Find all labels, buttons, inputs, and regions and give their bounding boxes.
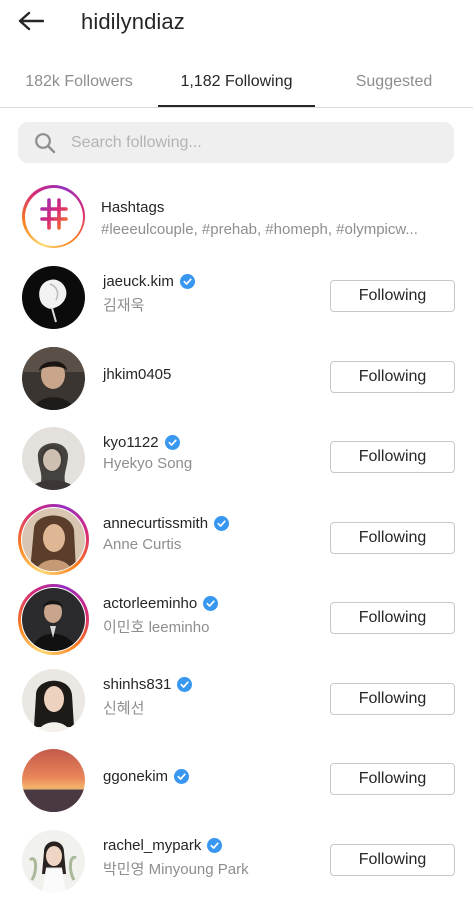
avatar[interactable] <box>22 508 85 571</box>
verified-badge-icon <box>179 274 195 289</box>
following-button[interactable]: Following <box>330 361 455 393</box>
avatar[interactable] <box>22 588 85 651</box>
hashtag-icon <box>39 197 69 236</box>
following-button[interactable]: Following <box>330 602 455 634</box>
full-name: Anne Curtis <box>103 536 182 553</box>
header: hidilyndiaz <box>0 0 473 46</box>
search-bar <box>18 122 454 163</box>
full-name: 이민호 leeminho <box>103 619 210 636</box>
avatar[interactable] <box>22 266 85 329</box>
full-name: 김재욱 <box>103 297 145 314</box>
list-item: annecurtissmith Anne Curtis Following <box>0 503 473 575</box>
avatar[interactable] <box>22 669 85 732</box>
list-item: shinhs831 신혜선 Following <box>0 664 473 736</box>
tab-bar: 182k Followers 1,182 Following Suggested <box>0 56 473 108</box>
following-button[interactable]: Following <box>330 441 455 473</box>
search-input[interactable] <box>71 122 454 163</box>
list-item: jaeuck.kim 김재욱 Following <box>0 261 473 333</box>
avatar[interactable] <box>22 830 85 893</box>
user-info[interactable]: shinhs831 신혜선 <box>103 676 193 718</box>
tab-suggested[interactable]: Suggested <box>315 56 473 108</box>
full-name: 신혜선 <box>103 700 145 717</box>
user-info[interactable]: actorleeminho 이민호 leeminho <box>103 595 219 637</box>
user-info[interactable]: ggonekim <box>103 768 190 785</box>
following-button[interactable]: Following <box>330 844 455 876</box>
hashtags-title: Hashtags <box>101 199 165 216</box>
verified-badge-icon <box>203 596 219 611</box>
following-button[interactable]: Following <box>330 522 455 554</box>
following-button[interactable]: Following <box>330 683 455 715</box>
hashtags-row[interactable]: Hashtags #leeeulcouple, #prehab, #homeph… <box>0 183 473 251</box>
arrow-left-icon <box>18 11 45 36</box>
verified-badge-icon <box>177 677 193 692</box>
search-icon <box>34 132 56 154</box>
user-info[interactable]: kyo1122 Hyekyo Song <box>103 434 192 472</box>
story-ring[interactable] <box>18 584 89 655</box>
verified-badge-icon <box>207 838 223 853</box>
hashtags-list: #leeeulcouple, #prehab, #homeph, #olympi… <box>101 221 418 238</box>
user-info[interactable]: rachel_mypark 박민영 Minyoung Park <box>103 837 249 879</box>
verified-badge-icon <box>214 516 230 531</box>
username: shinhs831 <box>103 676 172 693</box>
following-button[interactable]: Following <box>330 280 455 312</box>
username: actorleeminho <box>103 595 198 612</box>
following-button[interactable]: Following <box>330 763 455 795</box>
list-item: kyo1122 Hyekyo Song Following <box>0 422 473 494</box>
user-info[interactable]: jhkim0405 <box>103 366 171 383</box>
avatar[interactable] <box>22 427 85 490</box>
active-tab-indicator <box>158 105 315 107</box>
avatar[interactable] <box>22 347 85 410</box>
hashtag-avatar <box>22 185 85 248</box>
username: jhkim0405 <box>103 366 172 383</box>
username: jaeuck.kim <box>103 273 174 290</box>
verified-badge-icon <box>164 435 180 450</box>
username: ggonekim <box>103 768 169 785</box>
username: annecurtissmith <box>103 515 209 532</box>
verified-badge-icon <box>174 769 190 784</box>
list-item: ggonekim Following <box>0 744 473 816</box>
page-title: hidilyndiaz <box>81 9 185 34</box>
list-item: jhkim0405 Following <box>0 342 473 414</box>
avatar[interactable] <box>22 749 85 812</box>
username: rachel_mypark <box>103 837 202 854</box>
back-button[interactable] <box>14 8 48 38</box>
tab-followers[interactable]: 182k Followers <box>0 56 158 108</box>
user-info[interactable]: jaeuck.kim 김재욱 <box>103 273 195 315</box>
full-name: Hyekyo Song <box>103 455 193 472</box>
full-name: 박민영 Minyoung Park <box>103 861 249 878</box>
username: kyo1122 <box>103 434 159 451</box>
list-item: rachel_mypark 박민영 Minyoung Park Followin… <box>0 825 473 897</box>
tab-following[interactable]: 1,182 Following <box>158 56 315 108</box>
story-ring[interactable] <box>18 504 89 575</box>
list-item: actorleeminho 이민호 leeminho Following <box>0 583 473 655</box>
user-info[interactable]: annecurtissmith Anne Curtis <box>103 515 230 553</box>
